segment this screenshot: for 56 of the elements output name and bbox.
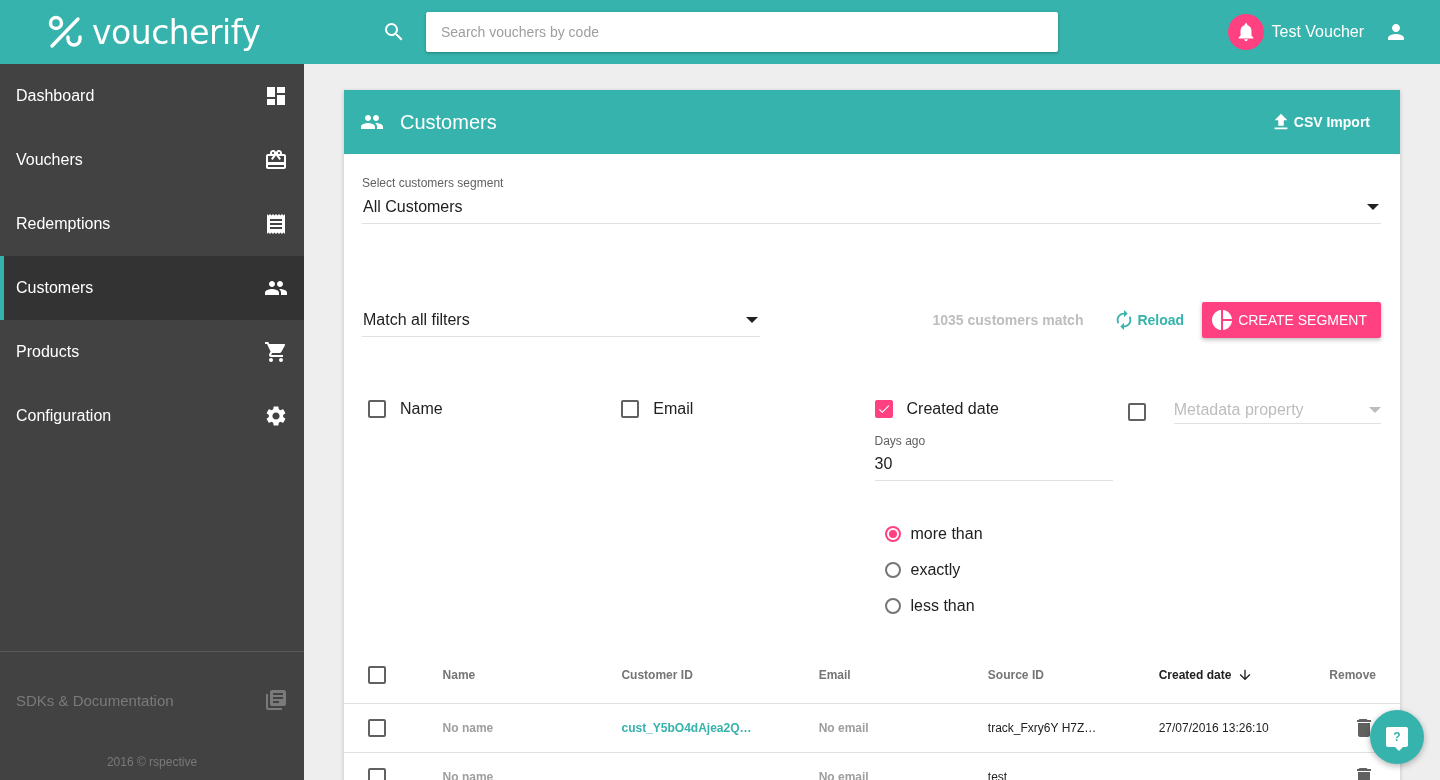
checkbox-label: Created date <box>906 400 999 418</box>
match-count: 1035 customers match <box>932 312 1084 328</box>
sidebar-item[interactable]: Vouchers <box>0 128 304 192</box>
column-header[interactable]: Created date <box>1158 667 1254 683</box>
checkbox[interactable] <box>368 719 386 737</box>
books-icon <box>264 688 288 712</box>
match-dropdown[interactable]: Match all filters <box>362 303 760 337</box>
settings-icon <box>264 404 288 428</box>
name-cell: No name <box>442 721 494 735</box>
search-field[interactable]: Search vouchers by code <box>426 12 1058 52</box>
field-label: Select customers segment <box>362 176 505 190</box>
radio-button[interactable] <box>884 562 901 578</box>
radio-label: more than <box>910 525 983 543</box>
gift-icon <box>264 148 288 172</box>
radio-button[interactable] <box>884 526 901 542</box>
column-header[interactable]: Email <box>818 668 851 682</box>
create-segment-button[interactable]: CREATE SEGMENT <box>1202 302 1381 338</box>
checkbox-label: Email <box>653 400 694 418</box>
csv-import-button[interactable]: CSV Import <box>1255 105 1384 139</box>
checkbox[interactable] <box>874 400 893 418</box>
field-label: Days ago <box>874 434 927 448</box>
reload-button[interactable]: Reload <box>1113 309 1185 331</box>
panel-title: Customers <box>400 110 497 134</box>
pie-chart-icon <box>1210 308 1235 332</box>
source-id-cell: track_Fxry6Y H7Z… <box>987 721 1097 735</box>
help-button[interactable]: ? <box>1370 710 1424 764</box>
checkbox[interactable] <box>368 400 386 418</box>
days-ago-field[interactable]: 30 <box>874 448 1113 481</box>
checkbox[interactable] <box>368 666 386 684</box>
radio-label: less than <box>910 597 975 615</box>
checkbox[interactable] <box>1127 403 1146 421</box>
column-header[interactable]: Name <box>442 668 476 682</box>
cart-icon <box>264 340 288 364</box>
receipt-icon <box>264 212 288 236</box>
sidebar-item[interactable]: Customers <box>0 256 304 320</box>
logo-text: voucherify <box>92 12 261 52</box>
date-cell: 27/07/2016 13:26:10 <box>1158 721 1269 735</box>
customer-id-link[interactable]: cust_Y5bO4dAjea2Q… <box>621 721 752 735</box>
radio-button[interactable] <box>884 598 901 614</box>
sidebar-item[interactable]: Redemptions <box>0 192 304 256</box>
check-icon <box>876 402 891 416</box>
column-header[interactable]: Remove <box>1329 668 1376 682</box>
segment-dropdown[interactable]: All Customers <box>362 190 1381 224</box>
column-header[interactable]: Customer ID <box>621 668 693 682</box>
radio-label: exactly <box>910 561 961 579</box>
sidebar-item[interactable]: Dashboard <box>0 64 304 128</box>
column-header[interactable]: Source ID <box>987 668 1044 682</box>
email-cell: No email <box>818 721 869 735</box>
sidebar-item[interactable]: Configuration <box>0 384 304 448</box>
sidebar-item[interactable]: Products <box>0 320 304 384</box>
copyright-text: 2016 © rspective <box>106 754 198 771</box>
checkbox[interactable] <box>621 400 640 418</box>
notification-button[interactable] <box>1227 14 1264 50</box>
checkbox-label: Name <box>400 400 443 418</box>
dashboard-icon <box>264 84 288 108</box>
user-name[interactable]: Test Voucher <box>1271 23 1364 41</box>
